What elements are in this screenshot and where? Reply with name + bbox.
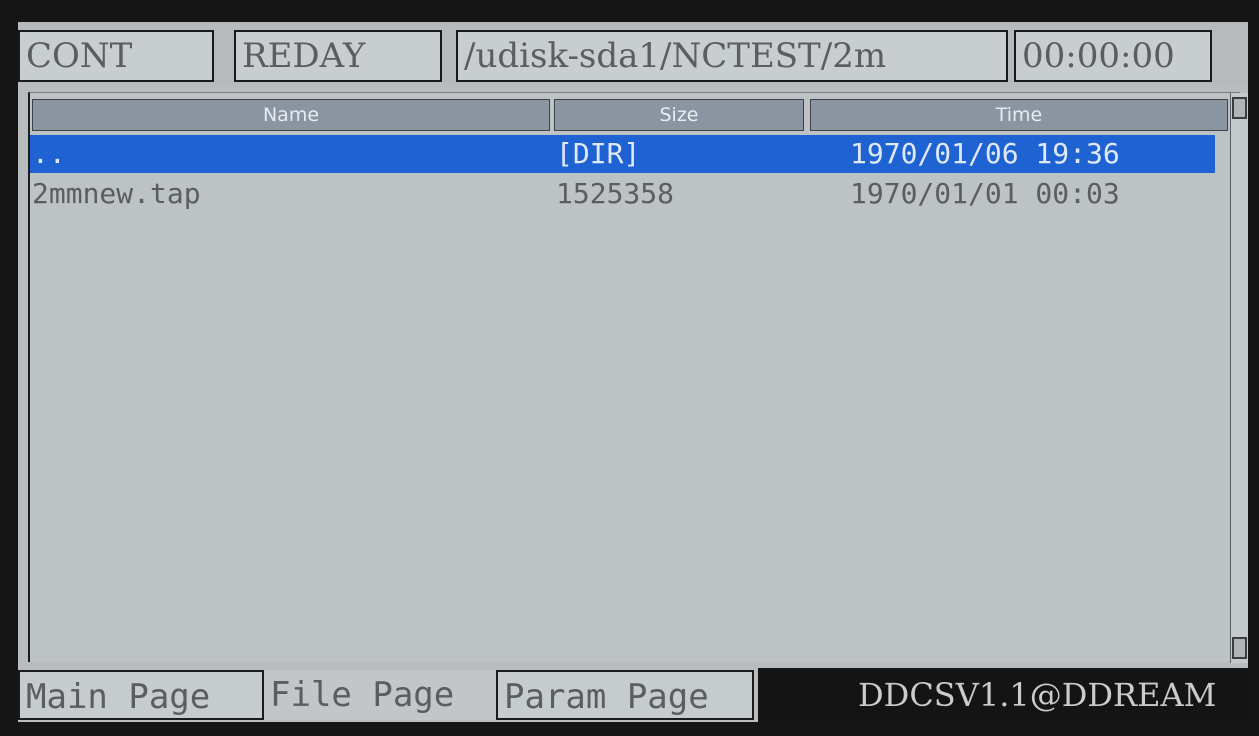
tab-param-page[interactable]: Param Page: [496, 670, 754, 720]
tab-file-page[interactable]: File Page: [264, 670, 496, 720]
run-timer: 00:00:00: [1014, 30, 1212, 82]
scroll-up-icon[interactable]: [1232, 97, 1247, 119]
table-row[interactable]: .. [DIR] 1970/01/06 19:36: [30, 135, 1215, 173]
machine-state: REDAY: [234, 30, 442, 82]
current-path: /udisk-sda1/NCTEST/2m: [456, 30, 1008, 82]
table-header: Name Size Time: [30, 95, 1228, 133]
file-time: 1970/01/06 19:36: [850, 137, 1120, 170]
tab-main-page[interactable]: Main Page: [18, 670, 264, 720]
file-name: 2mmnew.tap: [32, 177, 201, 210]
vertical-scrollbar[interactable]: [1230, 93, 1248, 663]
page-tabs: Main Page File Page Param Page DDCSV1.1@…: [18, 668, 1248, 722]
mode-indicator: CONT: [18, 30, 214, 82]
column-header-name[interactable]: Name: [32, 99, 550, 131]
file-size: [DIR]: [556, 137, 641, 170]
cnc-screen: CONT REDAY /udisk-sda1/NCTEST/2m 00:00:0…: [18, 22, 1248, 722]
column-header-time[interactable]: Time: [810, 99, 1228, 131]
column-header-size[interactable]: Size: [554, 99, 804, 131]
status-bar: CONT REDAY /udisk-sda1/NCTEST/2m 00:00:0…: [18, 22, 1248, 84]
scroll-down-icon[interactable]: [1232, 637, 1247, 659]
table-row[interactable]: 2mmnew.tap 1525358 1970/01/01 00:03: [30, 175, 1215, 213]
file-name: ..: [32, 137, 66, 170]
brand-area: DDCSV1.1@DDREAM: [758, 668, 1248, 722]
file-list-panel[interactable]: Name Size Time .. [DIR] 1970/01/06 19:36…: [28, 92, 1248, 663]
file-time: 1970/01/01 00:03: [850, 177, 1120, 210]
file-size: 1525358: [556, 177, 675, 210]
firmware-brand: DDCSV1.1@DDREAM: [858, 676, 1217, 714]
